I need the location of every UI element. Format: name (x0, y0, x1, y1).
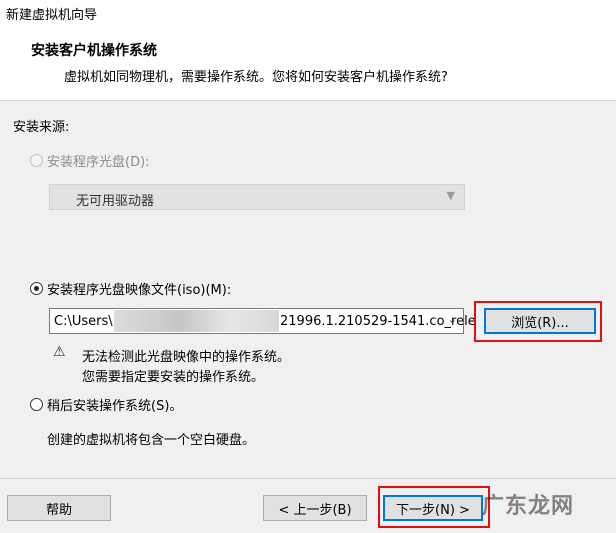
warning-line-2: 您需要指定要安装的操作系统。 (82, 370, 265, 385)
help-button[interactable]: 帮助 (7, 495, 111, 521)
drive-select-value: 无可用驱动器 (76, 194, 155, 209)
iso-option-label: 安装程序光盘映像文件(iso)(M): (47, 283, 232, 298)
chevron-down-icon: ▼ (446, 189, 455, 202)
next-button[interactable]: 下一步(N) > (383, 495, 483, 521)
iso-radio[interactable] (30, 282, 43, 295)
warning-line-1: 无法检测此光盘映像中的操作系统。 (82, 350, 291, 365)
drive-select[interactable]: 无可用驱动器 ▼ (49, 184, 465, 210)
disc-radio[interactable] (30, 154, 43, 167)
warning-icon: ⚠ (53, 344, 66, 360)
later-description: 创建的虚拟机将包含一个空白硬盘。 (47, 433, 256, 448)
iso-path-combobox[interactable]: C:\Users\ 21996.1.210529-1541.co_rele ⌄ (49, 308, 476, 334)
disc-option-label: 安装程序光盘(D): (47, 155, 150, 170)
later-radio[interactable] (30, 398, 43, 411)
browse-button[interactable]: 浏览(R)... (484, 308, 596, 334)
page-title: 安装客户机操作系统 (31, 43, 157, 59)
iso-path-prefix: C:\Users\ (54, 314, 113, 329)
page-subtitle: 虚拟机如同物理机，需要操作系统。您将如何安装客户机操作系统? (64, 70, 448, 85)
window-title: 新建虚拟机向导 (6, 8, 98, 23)
watermark-logo: 广东龙网 (482, 488, 614, 524)
title-bar: 新建虚拟机向导 (0, 0, 616, 24)
wizard-header: 安装客户机操作系统 虚拟机如同物理机，需要操作系统。您将如何安装客户机操作系统? (0, 24, 616, 101)
back-button[interactable]: < 上一步(B) (263, 495, 367, 521)
redacted-username (114, 310, 279, 332)
install-source-label: 安装来源: (13, 120, 70, 135)
chevron-down-icon[interactable]: ⌄ (448, 313, 457, 326)
iso-path-suffix: 21996.1.210529-1541.co_rele (280, 314, 476, 329)
later-option-label: 稍后安装操作系统(S)。 (47, 399, 183, 414)
watermark-text: 广东龙网 (482, 494, 575, 519)
